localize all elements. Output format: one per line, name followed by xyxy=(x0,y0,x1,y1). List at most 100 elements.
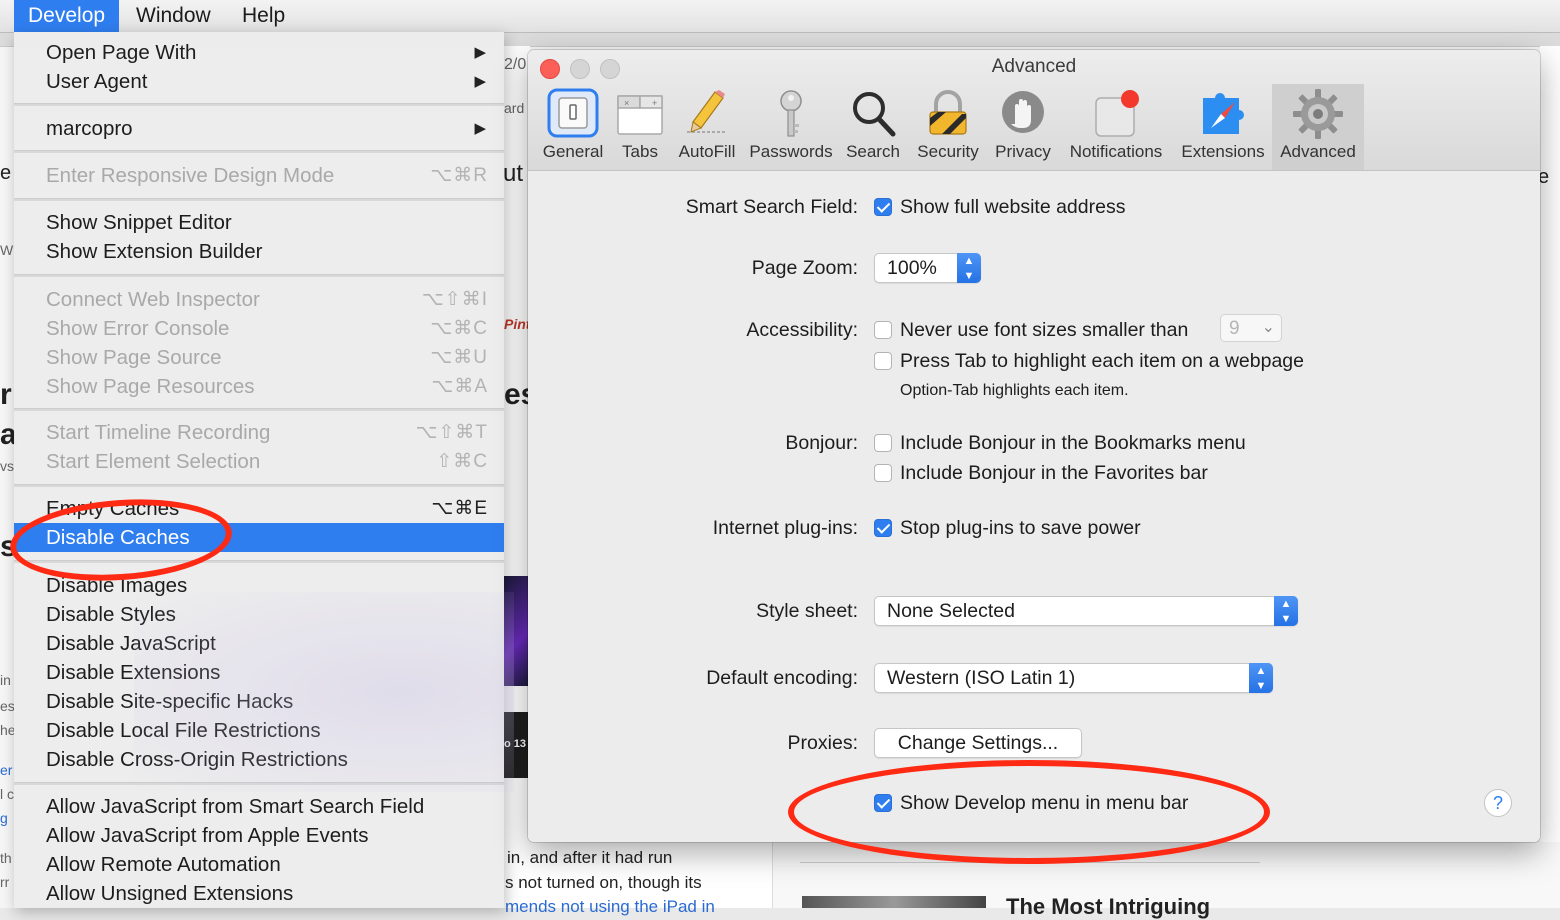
menu-item-label: Empty Caches xyxy=(46,497,180,520)
menu-item-open-page-with[interactable]: Open Page With ▶ xyxy=(14,38,504,67)
tab-tabs[interactable]: × + Tabs xyxy=(610,84,670,170)
submenu-arrow-icon: ▶ xyxy=(474,44,486,61)
bonjour-bookmarks-checkbox[interactable] xyxy=(874,434,892,452)
tab-notifications[interactable]: Notifications xyxy=(1060,84,1172,170)
menu-item-disable-caches[interactable]: Disable Caches xyxy=(14,523,504,552)
svg-text:+: + xyxy=(652,98,657,108)
show-develop-menu-checkbox[interactable] xyxy=(874,794,892,812)
bonjour-bookmarks-option: Include Bonjour in the Bookmarks menu xyxy=(900,432,1246,454)
page-zoom-select[interactable]: 100% ▲ ▼ xyxy=(874,253,981,283)
menu-item-disable-cross-origin-restrictions[interactable]: Disable Cross-Origin Restrictions xyxy=(14,745,504,774)
background-text-fragment: er xyxy=(0,762,13,778)
tab-search[interactable]: Search xyxy=(840,84,906,170)
menu-item-start-timeline-recording: Start Timeline Recording ⌥⇧⌘T xyxy=(14,418,504,447)
menu-item-show-page-source: Show Page Source ⌥⌘U xyxy=(14,343,504,372)
option-tab-hint: Option-Tab highlights each item. xyxy=(900,382,1129,399)
change-proxy-settings-button[interactable]: Change Settings... xyxy=(874,728,1082,758)
menu-item-allow-js-smart-search[interactable]: Allow JavaScript from Smart Search Field xyxy=(14,792,504,821)
menu-item-label: Show Snippet Editor xyxy=(46,211,232,234)
tab-security[interactable]: Security xyxy=(910,84,986,170)
style-sheet-value: None Selected xyxy=(887,600,1015,622)
menu-separator xyxy=(14,103,504,106)
menu-item-disable-styles[interactable]: Disable Styles xyxy=(14,600,504,629)
menu-window[interactable]: Window xyxy=(122,0,225,32)
tab-general[interactable]: General xyxy=(536,84,610,170)
tab-advanced[interactable]: Advanced xyxy=(1272,84,1364,170)
help-button[interactable]: ? xyxy=(1484,789,1512,817)
advanced-preferences-panel: Smart Search Field: Show full website ad… xyxy=(528,171,1540,842)
show-full-address-checkbox[interactable] xyxy=(874,198,892,216)
tab-extensions[interactable]: Extensions xyxy=(1176,84,1270,170)
background-divider xyxy=(800,862,1260,863)
background-text-fragment: th xyxy=(0,850,12,866)
menu-item-allow-unsigned-extensions[interactable]: Allow Unsigned Extensions xyxy=(14,879,504,908)
menu-item-allow-js-apple-events[interactable]: Allow JavaScript from Apple Events xyxy=(14,821,504,850)
tab-label: General xyxy=(542,142,604,161)
menu-item-disable-local-file-restrictions[interactable]: Disable Local File Restrictions xyxy=(14,716,504,745)
menu-item-label: Disable Caches xyxy=(46,526,190,549)
menu-item-shortcut: ⌥⇧⌘T xyxy=(415,422,488,443)
menu-item-label: Show Page Resources xyxy=(46,375,255,398)
magnifier-icon xyxy=(853,92,896,137)
tab-autofill[interactable]: AutoFill xyxy=(672,84,742,170)
preferences-window: Advanced General × + Tabs AutoFill Passw… xyxy=(528,50,1540,842)
menu-item-empty-caches[interactable]: Empty Caches ⌥⌘E xyxy=(14,494,504,523)
menu-item-device-marcopro[interactable]: marcopro ▶ xyxy=(14,114,504,143)
menu-item-label: Open Page With xyxy=(46,41,197,64)
background-text-fragment: rr xyxy=(0,874,10,890)
menu-item-label: Disable Images xyxy=(46,574,188,597)
tab-passwords[interactable]: Passwords xyxy=(746,84,836,170)
background-text-fragment: r xyxy=(0,378,12,411)
menu-separator xyxy=(14,198,504,201)
menu-separator xyxy=(14,408,504,411)
notification-badge-icon xyxy=(1095,90,1139,137)
press-tab-checkbox[interactable] xyxy=(874,352,892,370)
background-text-fragment: Pint xyxy=(504,316,531,332)
default-encoding-select[interactable]: Western (ISO Latin 1) ▲ ▼ xyxy=(874,663,1273,693)
stop-plugins-option: Stop plug-ins to save power xyxy=(900,517,1141,539)
tab-label: Search xyxy=(846,142,900,161)
background-text-fragment: g xyxy=(0,810,8,826)
page-zoom-label: Page Zoom: xyxy=(751,257,858,279)
stepper-chevrons-icon: ▲ ▼ xyxy=(957,253,981,283)
menu-help[interactable]: Help xyxy=(228,0,299,32)
background-headline: The Most Intriguing xyxy=(1006,894,1211,919)
menu-item-label: Show Error Console xyxy=(46,317,230,340)
bonjour-label: Bonjour: xyxy=(785,432,858,454)
menu-item-label: Allow JavaScript from Apple Events xyxy=(46,824,369,847)
menu-item-label: Allow Unsigned Extensions xyxy=(46,882,294,905)
background-text-fragment: ut xyxy=(503,160,524,187)
menu-develop[interactable]: Develop xyxy=(14,0,120,32)
menu-separator xyxy=(14,560,504,563)
menu-item-shortcut: ⌥⌘R xyxy=(430,165,488,186)
background-text-fragment: W xyxy=(0,242,14,258)
menu-item-responsive-design-mode: Enter Responsive Design Mode ⌥⌘R xyxy=(14,161,504,190)
menu-item-disable-images[interactable]: Disable Images xyxy=(14,571,504,600)
menu-item-allow-remote-automation[interactable]: Allow Remote Automation xyxy=(14,850,504,879)
menu-item-show-snippet-editor[interactable]: Show Snippet Editor xyxy=(14,208,504,237)
stop-plugins-checkbox[interactable] xyxy=(874,519,892,537)
window-toolbar: Advanced General × + Tabs AutoFill Passw… xyxy=(528,50,1540,171)
menu-item-disable-extensions[interactable]: Disable Extensions xyxy=(14,658,504,687)
menu-item-label: Disable Local File Restrictions xyxy=(46,719,321,742)
menu-item-shortcut: ⌥⌘C xyxy=(430,318,488,339)
menu-item-disable-javascript[interactable]: Disable JavaScript xyxy=(14,629,504,658)
hand-icon xyxy=(1002,91,1044,133)
submenu-arrow-icon: ▶ xyxy=(474,73,486,90)
submenu-arrow-icon: ▶ xyxy=(474,120,486,137)
bonjour-favorites-checkbox[interactable] xyxy=(874,464,892,482)
tab-privacy[interactable]: Privacy xyxy=(990,84,1056,170)
menu-item-show-extension-builder[interactable]: Show Extension Builder xyxy=(14,237,504,266)
min-font-size-option: Never use font sizes smaller than xyxy=(900,319,1189,341)
show-full-address-option: Show full website address xyxy=(900,196,1126,218)
style-sheet-select[interactable]: None Selected ▲ ▼ xyxy=(874,596,1298,626)
menu-item-user-agent[interactable]: User Agent ▶ xyxy=(14,67,504,96)
accessibility-label: Accessibility: xyxy=(746,319,858,341)
default-encoding-label: Default encoding: xyxy=(706,667,858,689)
background-text-fragment: e xyxy=(0,162,12,184)
min-font-size-checkbox[interactable] xyxy=(874,321,892,339)
menu-item-disable-site-specific-hacks[interactable]: Disable Site-specific Hacks xyxy=(14,687,504,716)
window-title: Advanced xyxy=(991,56,1077,77)
general-switch-icon xyxy=(547,88,599,138)
default-encoding-value: Western (ISO Latin 1) xyxy=(887,667,1076,689)
